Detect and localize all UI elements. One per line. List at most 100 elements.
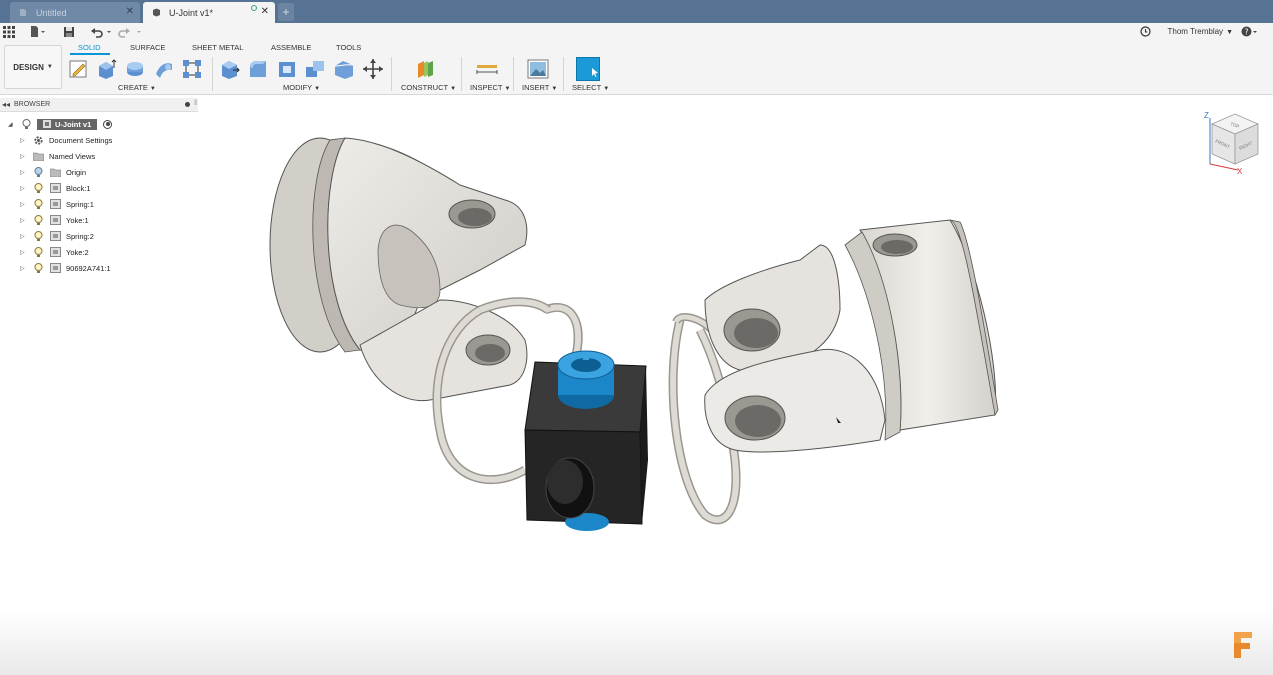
- ribbon-separator: [391, 57, 392, 91]
- yoke-2-model[interactable]: [704, 219, 999, 453]
- chevron-down-icon: ▼: [1226, 29, 1233, 36]
- panel-grip-icon[interactable]: ‖: [194, 100, 197, 107]
- select-tool-icon[interactable]: [576, 57, 600, 81]
- lightbulb-icon[interactable]: [32, 182, 44, 194]
- ribbon-separator: [563, 57, 564, 91]
- expand-triangle-icon[interactable]: ▷: [20, 137, 28, 144]
- chevron-down-icon: ▼: [314, 86, 321, 92]
- yoke-1-model[interactable]: [269, 137, 528, 402]
- lightbulb-icon[interactable]: [32, 214, 44, 226]
- browser-item-spring-1[interactable]: ▷ Spring:1: [20, 197, 94, 211]
- lightbulb-icon[interactable]: [32, 166, 44, 178]
- replace-face-icon[interactable]: [333, 58, 355, 80]
- tab-tools[interactable]: TOOLS: [336, 43, 361, 52]
- measure-icon[interactable]: [476, 58, 498, 80]
- block-1-model[interactable]: [524, 350, 648, 531]
- browser-item-yoke-1[interactable]: ▷ Yoke:1: [20, 213, 89, 227]
- browser-item-yoke-2[interactable]: ▷ Yoke:2: [20, 245, 89, 259]
- file-menu-icon[interactable]: [30, 26, 46, 38]
- sweep-icon[interactable]: [153, 58, 175, 80]
- lightbulb-icon[interactable]: [32, 230, 44, 242]
- workspace-switcher[interactable]: DESIGN ▼: [4, 45, 62, 89]
- expand-triangle-icon[interactable]: ▷: [20, 233, 28, 240]
- lightbulb-icon[interactable]: [20, 118, 32, 130]
- shell-icon[interactable]: [276, 58, 298, 80]
- lightbulb-icon[interactable]: [32, 246, 44, 258]
- browser-title: BROWSER: [14, 101, 51, 108]
- construct-menu[interactable]: CONSTRUCT ▼: [401, 83, 456, 92]
- press-pull-icon[interactable]: [219, 58, 241, 80]
- item-label: Origin: [66, 167, 87, 177]
- inspect-menu[interactable]: INSPECT ▼: [470, 83, 510, 92]
- svg-text:?: ?: [1244, 28, 1248, 37]
- undo-icon[interactable]: [90, 26, 114, 38]
- insert-canvas-icon[interactable]: [527, 58, 549, 80]
- pattern-icon[interactable]: [181, 58, 203, 80]
- expand-triangle-icon[interactable]: ▷: [20, 153, 28, 160]
- fillet-icon[interactable]: [247, 58, 269, 80]
- expand-triangle-icon[interactable]: ▷: [20, 249, 28, 256]
- insert-menu[interactable]: INSERT ▼: [522, 83, 557, 92]
- job-status-clock-icon[interactable]: [1140, 26, 1151, 39]
- item-label: Named Views: [49, 151, 96, 161]
- inspect-label: INSPECT: [470, 83, 503, 92]
- close-icon[interactable]: ✕: [126, 7, 134, 17]
- extrude-icon[interactable]: [96, 58, 118, 80]
- expand-triangle-icon[interactable]: ▷: [20, 185, 28, 192]
- expand-triangle-icon[interactable]: ▷: [20, 217, 28, 224]
- x-axis-line: [1209, 163, 1239, 171]
- redo-icon[interactable]: [118, 26, 144, 38]
- tab-solid[interactable]: SOLID: [78, 43, 101, 52]
- expand-triangle-icon[interactable]: ▷: [20, 169, 28, 176]
- insert-label: INSERT: [522, 83, 550, 92]
- offset-plane-icon[interactable]: [415, 58, 437, 80]
- pin-icon[interactable]: [185, 102, 190, 107]
- create-sketch-icon[interactable]: [68, 58, 90, 80]
- combine-icon[interactable]: [304, 58, 326, 80]
- select-label: SELECT: [572, 83, 602, 92]
- collapse-panel-icon[interactable]: ◂◂: [2, 100, 10, 109]
- revolve-icon[interactable]: [124, 58, 146, 80]
- browser-item-block-1[interactable]: ▷ Block:1: [20, 181, 91, 195]
- app-grid-icon[interactable]: [3, 26, 15, 38]
- tab-sheet-metal[interactable]: SHEET METAL: [192, 43, 243, 52]
- expand-triangle-icon[interactable]: ▷: [20, 201, 28, 208]
- move-icon[interactable]: [362, 58, 384, 80]
- canvas-viewport[interactable]: [0, 95, 1273, 675]
- browser-item-spring-2[interactable]: ▷ Spring:2: [20, 229, 94, 243]
- browser-item-90692a741-1[interactable]: ▷ 90692A741:1: [20, 261, 111, 275]
- close-icon[interactable]: ✕: [261, 7, 269, 17]
- tab-label: U-Joint v1*: [169, 7, 214, 18]
- model-scene: [269, 137, 999, 531]
- browser-item-named-views[interactable]: ▷ Named Views: [20, 149, 95, 163]
- lightbulb-icon[interactable]: [32, 262, 44, 274]
- expand-triangle-icon[interactable]: ◢: [8, 121, 16, 128]
- expand-triangle-icon[interactable]: ▷: [20, 265, 28, 272]
- browser-item-document-settings[interactable]: ▷ Document Settings: [20, 133, 112, 147]
- activate-radio-icon[interactable]: [103, 119, 113, 129]
- new-tab-button[interactable]: +: [278, 3, 294, 21]
- help-icon[interactable]: ?: [1241, 26, 1259, 40]
- create-menu[interactable]: CREATE ▼: [118, 83, 156, 92]
- modify-menu[interactable]: MODIFY ▼: [283, 83, 320, 92]
- lightbulb-icon[interactable]: [32, 198, 44, 210]
- tab-surface[interactable]: SURFACE: [130, 43, 165, 52]
- user-account-menu[interactable]: Thom Tremblay ▼: [1167, 27, 1233, 36]
- tab-assemble[interactable]: ASSEMBLE: [271, 43, 311, 52]
- root-component-label[interactable]: U-Joint v1: [37, 118, 98, 130]
- component-icon: [49, 263, 61, 274]
- construct-label: CONSTRUCT: [401, 83, 449, 92]
- browser-root[interactable]: ◢ U-Joint v1: [8, 117, 113, 131]
- save-icon[interactable]: [63, 26, 75, 38]
- tab-u-joint[interactable]: U-Joint v1* ✕: [143, 2, 275, 23]
- browser-item-origin[interactable]: ▷ Origin: [20, 165, 86, 179]
- item-label: Yoke:2: [66, 247, 89, 257]
- x-axis-label: X: [1237, 167, 1243, 176]
- ribbon-separator: [461, 57, 462, 91]
- chevron-down-icon: ▼: [504, 86, 511, 92]
- document-icon: [151, 8, 161, 18]
- tab-untitled[interactable]: Untitled ✕: [10, 2, 140, 23]
- select-menu[interactable]: SELECT ▼: [572, 83, 609, 92]
- browser-panel-header: ◂◂ BROWSER ‖: [0, 98, 198, 112]
- viewcube[interactable]: Z X TOP FRONT RIGHT: [1200, 106, 1270, 176]
